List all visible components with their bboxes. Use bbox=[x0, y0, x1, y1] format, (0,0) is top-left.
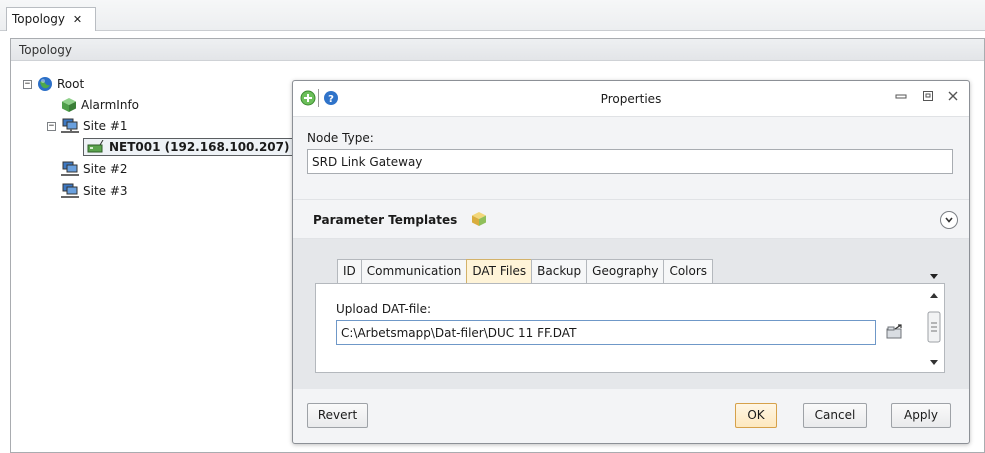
tab-colors[interactable]: Colors bbox=[663, 259, 714, 283]
close-tab-icon[interactable]: ✕ bbox=[73, 13, 82, 26]
selected-node[interactable]: NET001 (192.168.100.207) bbox=[83, 138, 294, 156]
tab-overflow-icon[interactable] bbox=[929, 269, 939, 283]
network-site-icon bbox=[61, 183, 79, 198]
tree-item-label: Site #2 bbox=[83, 162, 128, 176]
node-type-field[interactable]: SRD Link Gateway bbox=[307, 149, 953, 174]
properties-dialog: ? Properties Node Type: SRD Link Gateway… bbox=[292, 80, 970, 444]
dat-files-tab-content: Upload DAT-file: C:\Arbetsmapp\Dat-filer… bbox=[315, 283, 945, 373]
tree-item-site-1[interactable]: − Site #1 bbox=[47, 116, 128, 136]
network-site-icon bbox=[61, 118, 79, 133]
parameter-templates-header[interactable]: Parameter Templates bbox=[293, 199, 969, 239]
tab-communication[interactable]: Communication bbox=[360, 259, 468, 283]
vertical-scrollbar[interactable] bbox=[926, 288, 942, 370]
tab-backup[interactable]: Backup bbox=[531, 259, 588, 283]
panel-title: Topology bbox=[11, 39, 984, 61]
tree-item-label: Site #1 bbox=[83, 119, 128, 133]
document-tab-bar: Topology ✕ bbox=[0, 0, 985, 31]
tab-dat-files[interactable]: DAT Files bbox=[466, 259, 533, 283]
collapse-icon[interactable]: − bbox=[23, 79, 32, 89]
tree-item-label: Root bbox=[57, 77, 85, 91]
section-title: Parameter Templates bbox=[313, 213, 458, 227]
minimize-icon[interactable] bbox=[893, 90, 909, 106]
maximize-icon[interactable] bbox=[920, 90, 936, 106]
collapse-icon[interactable]: − bbox=[47, 121, 56, 131]
tree-item-label: NET001 (192.168.100.207) bbox=[109, 140, 290, 154]
tree-item-net001[interactable]: NET001 (192.168.100.207) bbox=[83, 137, 294, 157]
gateway-icon bbox=[87, 140, 104, 153]
tree-item-root[interactable]: − Root bbox=[23, 74, 84, 94]
dialog-title-bar: ? Properties bbox=[293, 81, 969, 117]
tree-item-alarminfo[interactable]: AlarmInfo bbox=[61, 95, 139, 115]
tab-geography[interactable]: Geography bbox=[586, 259, 665, 283]
close-dialog-icon[interactable] bbox=[945, 90, 961, 106]
tree-item-site-3[interactable]: Site #3 bbox=[61, 181, 128, 201]
cancel-button[interactable]: Cancel bbox=[803, 403, 867, 428]
topology-document-tab[interactable]: Topology ✕ bbox=[6, 7, 96, 31]
dialog-title: Properties bbox=[600, 92, 662, 106]
ok-button[interactable]: OK bbox=[735, 403, 777, 428]
tab-id[interactable]: ID bbox=[337, 259, 362, 283]
revert-button[interactable]: Revert bbox=[307, 403, 368, 428]
tree-item-label: AlarmInfo bbox=[81, 98, 140, 112]
tree-item-site-2[interactable]: Site #2 bbox=[61, 159, 128, 179]
document-tab-label: Topology bbox=[12, 12, 65, 26]
browse-file-icon[interactable] bbox=[886, 324, 904, 340]
chevron-down-icon[interactable] bbox=[940, 211, 958, 229]
network-site-icon bbox=[61, 161, 79, 176]
cube-icon bbox=[62, 98, 76, 112]
package-icon bbox=[472, 212, 486, 226]
node-type-label: Node Type: bbox=[307, 131, 374, 145]
tab-strip: ID Communication DAT Files Backup Geogra… bbox=[337, 259, 714, 283]
upload-dat-label: Upload DAT-file: bbox=[336, 302, 432, 316]
tree-item-label: Site #3 bbox=[83, 184, 128, 198]
globe-icon bbox=[38, 77, 52, 91]
parameter-templates-body: ID Communication DAT Files Backup Geogra… bbox=[293, 239, 969, 389]
upload-dat-field[interactable]: C:\Arbetsmapp\Dat-filer\DUC 11 FF.DAT bbox=[336, 320, 876, 345]
apply-button[interactable]: Apply bbox=[891, 403, 951, 428]
